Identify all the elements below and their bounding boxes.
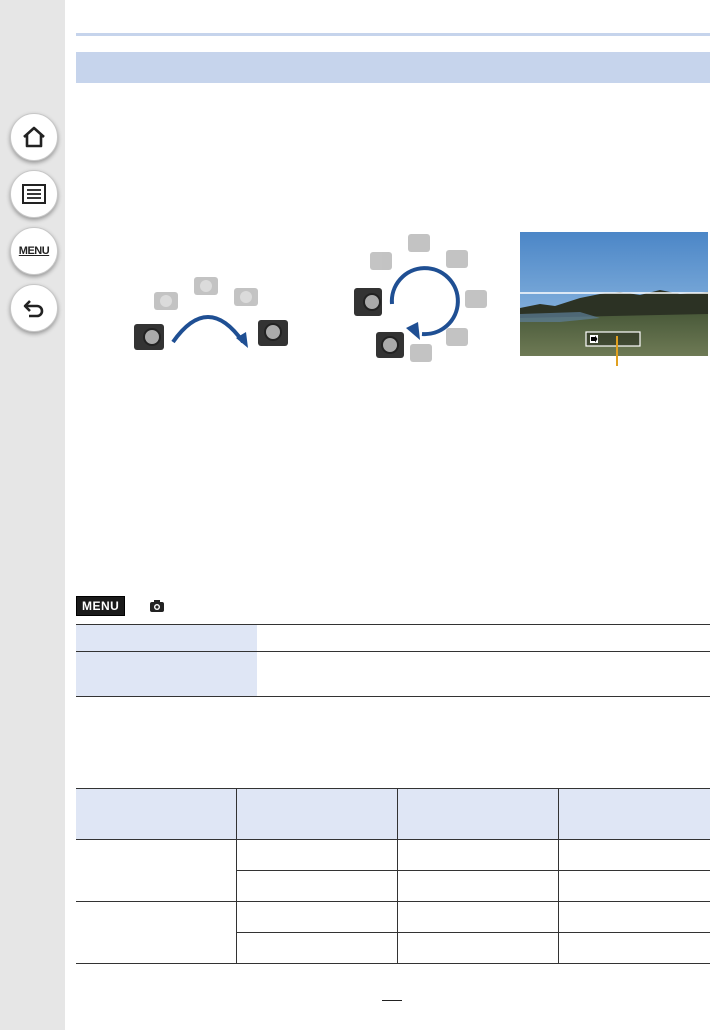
back-icon [23, 300, 44, 318]
table-cell [76, 839, 237, 902]
menu-path: MENU [76, 596, 165, 616]
table-cell [257, 651, 710, 697]
page-number-underline [382, 1000, 402, 1001]
camera-icon [150, 600, 165, 612]
table-header-cell [76, 788, 237, 840]
table-row [76, 839, 710, 902]
size-table [76, 788, 710, 964]
table-cell [236, 901, 398, 933]
table-cell [397, 901, 559, 933]
table-cell [257, 624, 710, 652]
section-title-bar [76, 52, 710, 83]
table-cell [397, 870, 559, 902]
sidebar: MENU [0, 0, 65, 1030]
table-cell [76, 901, 237, 964]
back-button[interactable] [10, 284, 58, 332]
contents-button[interactable] [10, 170, 58, 218]
table-cell [397, 839, 559, 871]
table-header-row [76, 788, 710, 840]
home-icon [23, 126, 45, 148]
header-rule [76, 33, 710, 36]
table-cell [558, 839, 710, 871]
table-row [76, 901, 710, 964]
panorama-sweep-illustration [134, 277, 288, 350]
home-button[interactable] [10, 113, 58, 161]
table-header-cell [397, 788, 559, 840]
camera-icon [154, 277, 258, 310]
table-cell [236, 870, 398, 902]
menu-badge: MENU [76, 596, 126, 616]
table-header-cell [558, 788, 710, 840]
settings-table [76, 624, 710, 697]
menu-label: MENU [18, 245, 50, 257]
camera-icon [134, 324, 164, 350]
table-cell [558, 901, 710, 933]
table-cell [397, 932, 559, 964]
panorama-circle-illustration [354, 234, 487, 362]
table-row [76, 624, 710, 652]
table-cell [76, 624, 257, 652]
list-icon [22, 184, 46, 204]
camera-icon [258, 320, 288, 346]
table-cell [558, 870, 710, 902]
panorama-preview-image [520, 232, 708, 356]
table-row [76, 651, 710, 697]
table-cell [558, 932, 710, 964]
table-header-cell [236, 788, 398, 840]
table-cell [236, 839, 398, 871]
menu-button[interactable]: MENU [10, 227, 58, 275]
table-cell [236, 932, 398, 964]
camera-icon [354, 288, 404, 358]
guide-indicator-line [616, 356, 618, 366]
table-cell [76, 651, 257, 697]
